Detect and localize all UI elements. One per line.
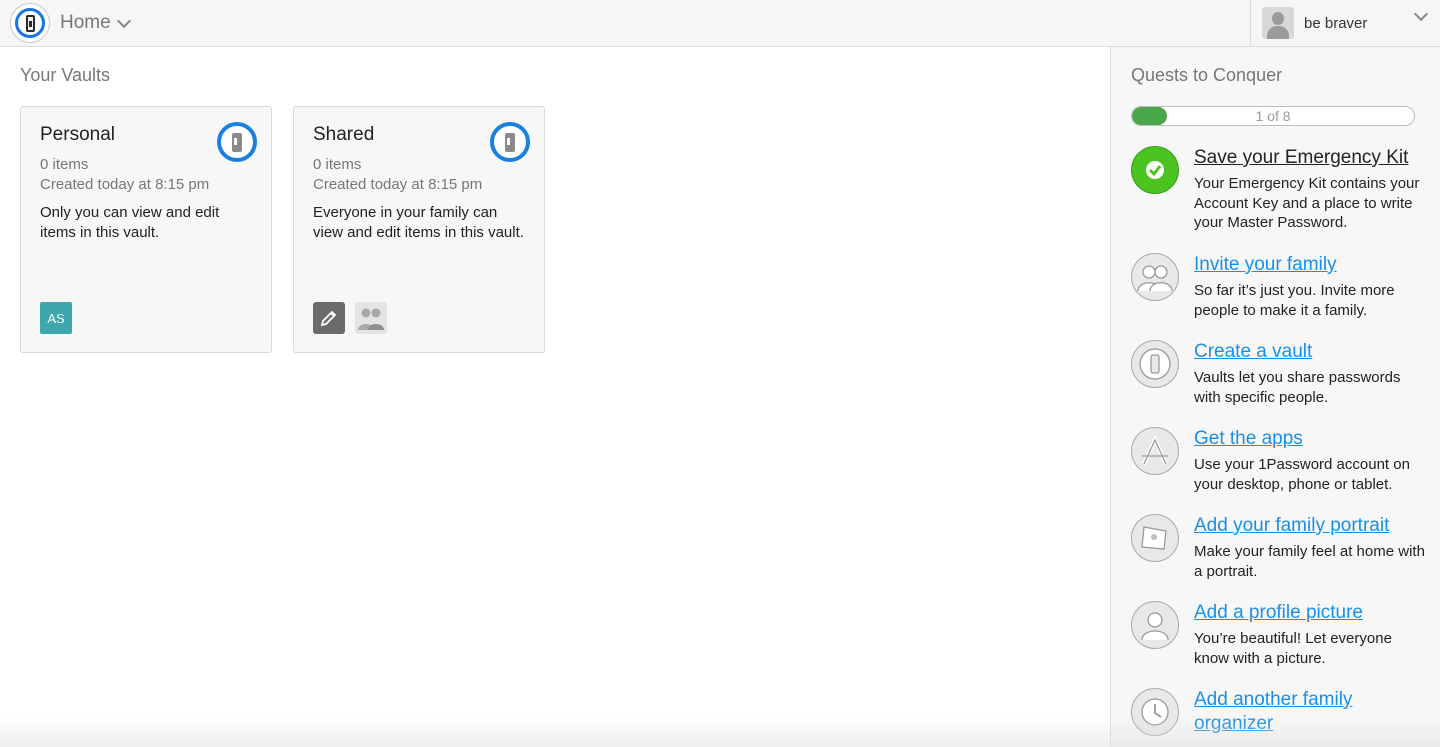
keyhole-icon bbox=[25, 14, 35, 32]
top-bar: Home be braver bbox=[0, 0, 1440, 47]
vault-meta: 0 items Created today at 8:15 pm bbox=[313, 155, 482, 194]
group-members-icon[interactable] bbox=[355, 302, 387, 334]
quest-link[interactable]: Add your family portrait bbox=[1194, 514, 1429, 538]
vault-card-personal[interactable]: Personal 0 items Created today at 8:15 p… bbox=[20, 106, 272, 353]
vault-created: Created today at 8:15 pm bbox=[40, 175, 210, 193]
nav-title: Home bbox=[60, 12, 111, 33]
quest-description: Use your 1Password account on your deskt… bbox=[1194, 456, 1410, 493]
section-title: Your Vaults bbox=[20, 65, 111, 85]
chevron-down-icon bbox=[1413, 6, 1429, 22]
quest-link[interactable]: Invite your family bbox=[1194, 253, 1429, 277]
vault-description: Only you can view and edit items in this… bbox=[40, 204, 220, 241]
vault-item-count: 0 items bbox=[40, 156, 89, 173]
quest-progress-bar: 1 of 8 bbox=[1131, 106, 1415, 126]
vault-icon bbox=[1131, 340, 1179, 388]
edit-permission-icon[interactable] bbox=[313, 302, 345, 334]
quest-description: So far it’s just you. Invite more people… bbox=[1194, 282, 1395, 319]
organizer-icon bbox=[1131, 688, 1179, 736]
quest-link[interactable]: Save your Emergency Kit bbox=[1194, 146, 1429, 170]
quest-description: Your Emergency Kit contains your Account… bbox=[1194, 175, 1420, 231]
vault-name: Personal bbox=[40, 124, 115, 145]
user-name: be braver bbox=[1304, 14, 1368, 32]
member-badge[interactable]: AS bbox=[40, 302, 72, 334]
quest-description: Vaults let you share passwords with spec… bbox=[1194, 369, 1401, 406]
quest-link[interactable]: Get the apps bbox=[1194, 427, 1429, 451]
vault-meta: 0 items Created today at 8:15 pm bbox=[40, 155, 209, 194]
vault-description: Everyone in your family can view and edi… bbox=[313, 204, 524, 241]
quest-description: Make your family feel at home with a por… bbox=[1194, 543, 1425, 580]
quest-description: You’re beautiful! Let everyone know with… bbox=[1194, 630, 1392, 667]
quest-link[interactable]: Create a vault bbox=[1194, 340, 1429, 364]
quest-link[interactable]: Add another family organizer bbox=[1194, 688, 1429, 736]
vault-icon bbox=[490, 122, 530, 162]
family-icon bbox=[1131, 253, 1179, 301]
logo-ring bbox=[15, 8, 45, 38]
avatar bbox=[1262, 7, 1294, 39]
app-store-icon bbox=[1131, 427, 1179, 475]
flag-icon bbox=[1131, 514, 1179, 562]
progress-text: 1 of 8 bbox=[1255, 108, 1291, 124]
vault-name: Shared bbox=[313, 124, 375, 145]
vault-card-shared[interactable]: Shared 0 items Created today at 8:15 pm … bbox=[293, 106, 545, 353]
checkmark-icon bbox=[1131, 146, 1179, 194]
home-nav-dropdown[interactable]: Home bbox=[60, 12, 131, 34]
user-menu[interactable]: be braver bbox=[1250, 0, 1440, 46]
quest-link[interactable]: Add a profile picture bbox=[1194, 601, 1429, 625]
quests-sidebar: Quests to Conquer 1 of 8 Save your Emerg… bbox=[1110, 47, 1440, 747]
vault-item-count: 0 items bbox=[313, 156, 362, 173]
profile-icon bbox=[1131, 601, 1179, 649]
chevron-down-icon bbox=[116, 13, 131, 28]
1password-logo-icon[interactable] bbox=[10, 3, 50, 43]
vault-icon bbox=[217, 122, 257, 162]
quests-title: Quests to Conquer bbox=[1131, 65, 1283, 85]
vault-created: Created today at 8:15 pm bbox=[313, 175, 483, 193]
